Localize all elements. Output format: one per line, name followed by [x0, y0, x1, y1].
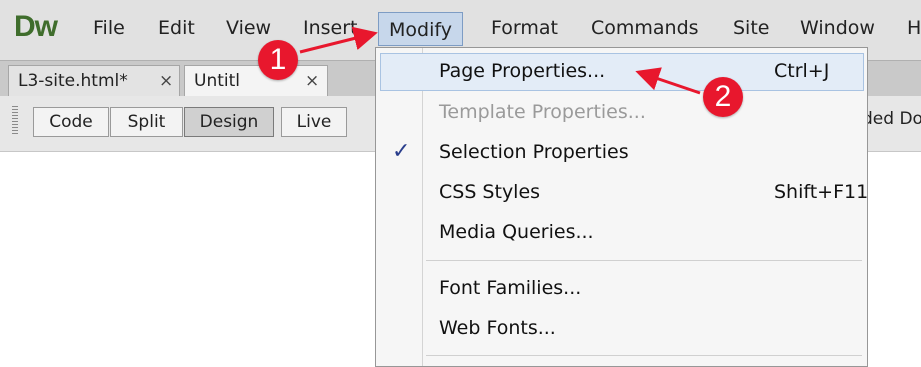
arrow-to-page-properties — [635, 67, 701, 95]
step-1-callout: 1 — [258, 40, 298, 80]
step-2-callout: 2 — [703, 77, 743, 117]
arrow-to-modify-menu — [299, 26, 378, 54]
annotation-arrows — [299, 26, 701, 95]
